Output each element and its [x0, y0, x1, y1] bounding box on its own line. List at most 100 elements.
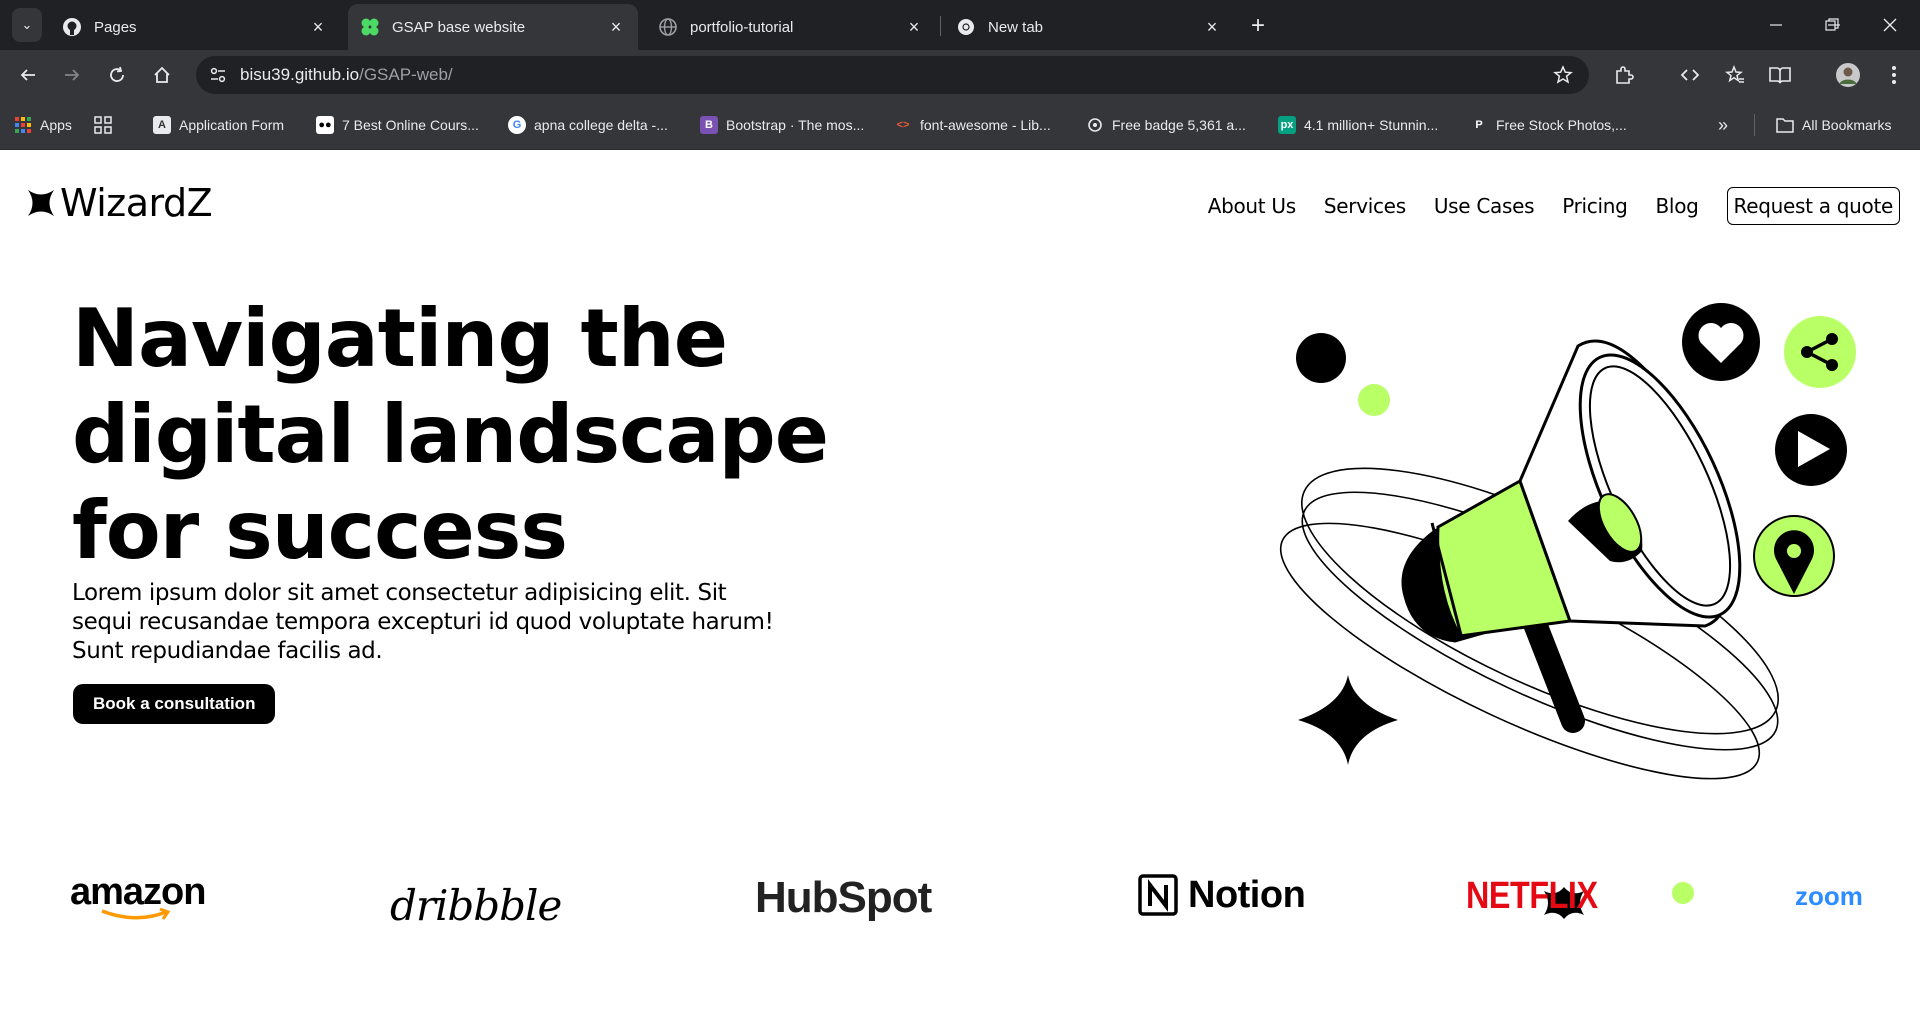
google-icon: G	[508, 116, 526, 134]
brand-name: NETFLIX	[1466, 875, 1598, 917]
brand-name: HubSpot	[755, 873, 932, 922]
more-bookmarks-button[interactable]: »	[1718, 113, 1728, 137]
close-window-button[interactable]	[1870, 8, 1910, 42]
bookmark-label: Free Stock Photos,...	[1496, 117, 1627, 133]
brand-netflix: NETFLIX	[1466, 875, 1621, 918]
restore-icon	[1825, 18, 1839, 31]
bookmark-label: Bootstrap · The mos...	[726, 117, 865, 133]
chrome-icon	[956, 17, 976, 37]
close-icon[interactable]: ×	[606, 17, 626, 37]
bookmark-divider	[1754, 114, 1755, 136]
bookmark-label: 4.1 million+ Stunnin...	[1304, 117, 1439, 133]
bookmark-label: Apps	[40, 117, 72, 133]
tab-gsap[interactable]: GSAP base website ×	[348, 4, 638, 50]
devtools-button[interactable]	[1674, 59, 1706, 91]
request-quote-button[interactable]: Request a quote	[1726, 187, 1900, 225]
pexels-icon: px	[1278, 116, 1296, 134]
megaphone-illustration	[1279, 303, 1856, 919]
menu-button[interactable]	[1878, 59, 1910, 91]
sparkle-large-icon	[1298, 675, 1398, 765]
pixabay-icon: P	[1475, 119, 1483, 131]
megaphone-handle	[1518, 599, 1585, 733]
bookmark-label: font-awesome - Lib...	[920, 117, 1051, 133]
book-consultation-button[interactable]: Book a consultation	[73, 684, 276, 724]
close-icon[interactable]: ×	[1202, 17, 1222, 37]
home-icon	[154, 66, 170, 83]
minimize-button[interactable]	[1756, 8, 1796, 42]
favorites-button[interactable]	[1719, 59, 1751, 91]
brand-hubspot: HubSpot	[755, 873, 932, 923]
heart-badge	[1682, 303, 1760, 381]
bookmark-pixabay[interactable]: P Free Stock Photos,...	[1470, 113, 1627, 137]
profile-avatar[interactable]	[1832, 59, 1864, 91]
bookmark-font-awesome[interactable]: <> font-awesome - Lib...	[894, 113, 1051, 137]
site-info-icon[interactable]	[202, 59, 234, 91]
reading-mode-button[interactable]	[1764, 59, 1796, 91]
chevron-double-right-icon: »	[1718, 114, 1729, 135]
close-icon[interactable]: ×	[904, 17, 924, 37]
tab-search-button[interactable]: ⌄	[12, 8, 42, 42]
site-nav: About Us Services Use Cases Pricing Blog…	[1180, 187, 1900, 225]
bookmark-application-form[interactable]: A Application Form	[153, 113, 284, 137]
bookmark-star-icon[interactable]	[1551, 63, 1575, 87]
hero-subtitle: Lorem ipsum dolor sit amet consectetur a…	[72, 580, 774, 664]
back-button[interactable]	[12, 59, 44, 91]
bookmark-free-badge[interactable]: Free badge 5,361 a...	[1086, 113, 1246, 137]
all-bookmarks-label: All Bookmarks	[1802, 117, 1892, 133]
form-icon: A	[153, 116, 171, 134]
extensions-button[interactable]	[1608, 59, 1640, 91]
code-icon: <>	[896, 119, 910, 131]
bookmark-pexels[interactable]: px 4.1 million+ Stunnin...	[1278, 113, 1438, 137]
code-icon	[1680, 69, 1700, 81]
forward-button[interactable]	[56, 59, 88, 91]
reload-icon	[110, 66, 124, 82]
tab-separator	[940, 16, 941, 36]
badge-icon	[1086, 116, 1104, 134]
reload-button[interactable]	[101, 59, 133, 91]
all-bookmarks-button[interactable]: All Bookmarks	[1776, 113, 1891, 137]
tab-groups-button[interactable]	[94, 113, 120, 137]
tab-title: New tab	[988, 18, 1044, 36]
tab-pages[interactable]: Pages ×	[50, 4, 340, 50]
location-badge	[1753, 515, 1835, 597]
restore-button-visual[interactable]	[1812, 8, 1852, 42]
new-tab-button[interactable]: +	[1244, 12, 1272, 40]
home-button[interactable]	[146, 59, 178, 91]
url-host: bisu39.github.io	[240, 65, 360, 84]
tab-new-tab[interactable]: New tab ×	[944, 4, 1234, 50]
nav-services[interactable]: Services	[1324, 194, 1406, 218]
arrow-right-icon	[65, 69, 80, 81]
bookmark-online-courses[interactable]: ●● 7 Best Online Cours...	[316, 113, 479, 137]
hero-title-line: digital landscape	[72, 388, 829, 481]
logo-star-icon	[28, 190, 54, 216]
brand-logos: amazon dribbble HubSpot Notion NETFLIX z…	[0, 871, 1920, 981]
brand-zoom: zoom	[1795, 881, 1863, 912]
book-icon	[1769, 67, 1791, 84]
nav-pricing[interactable]: Pricing	[1562, 194, 1628, 218]
browser-toolbar: bisu39.github.io/GSAP-web/	[0, 50, 1920, 100]
amazon-smile-icon	[101, 908, 171, 920]
bookmark-apna-college[interactable]: G apna college delta -...	[508, 113, 668, 137]
address-bar[interactable]: bisu39.github.io/GSAP-web/	[196, 56, 1589, 94]
nav-blog[interactable]: Blog	[1656, 194, 1699, 218]
share-badge	[1784, 316, 1856, 388]
bookmark-apps[interactable]: Apps	[14, 113, 72, 137]
grid-icon	[94, 116, 112, 134]
bookmark-label: apna college delta -...	[534, 117, 668, 133]
bookmark-bootstrap[interactable]: B Bootstrap · The mos...	[700, 113, 864, 137]
site-logo[interactable]: WizardZ	[28, 181, 213, 225]
bookmark-label: 7 Best Online Cours...	[342, 117, 479, 133]
medium-icon: ●●	[316, 116, 334, 134]
hero-title: Navigating the digital landscape for suc…	[72, 291, 832, 579]
nav-use-cases[interactable]: Use Cases	[1434, 194, 1535, 218]
brand-amazon: amazon	[70, 871, 206, 922]
tab-portfolio[interactable]: portfolio-tutorial ×	[646, 4, 936, 50]
green-dot	[1358, 384, 1390, 416]
globe-icon	[658, 17, 678, 37]
nav-about-us[interactable]: About Us	[1208, 194, 1296, 218]
hero-title-line: for success	[72, 484, 568, 577]
close-icon[interactable]: ×	[308, 17, 328, 37]
chevron-down-icon: ⌄	[21, 17, 33, 32]
plus-icon: +	[1250, 12, 1265, 39]
brand-name: zoom	[1795, 881, 1863, 911]
